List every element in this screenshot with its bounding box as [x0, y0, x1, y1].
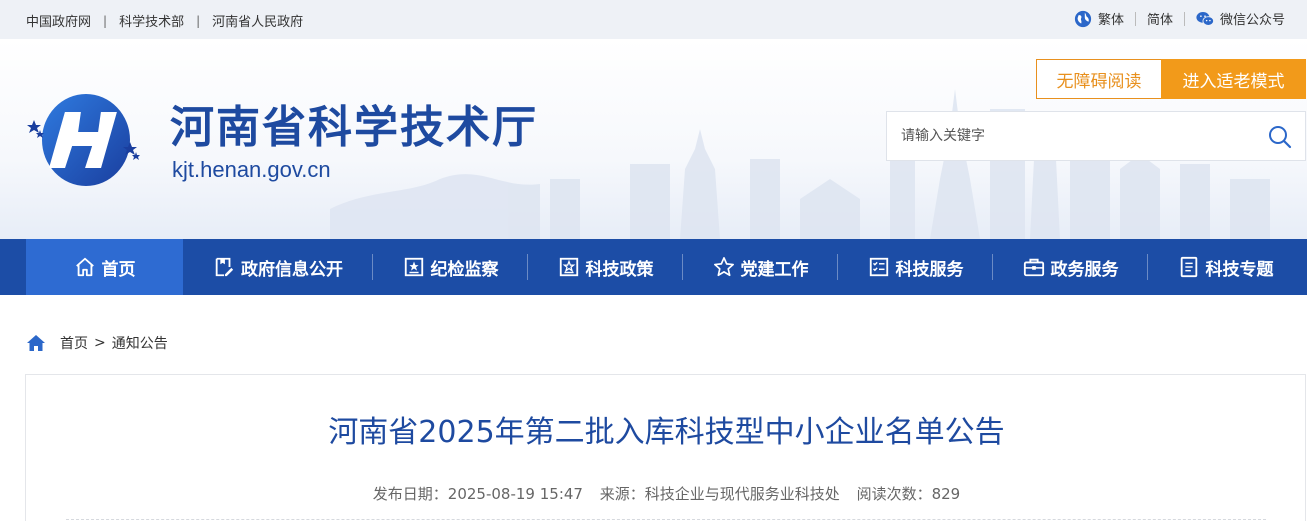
publish-date: 发布日期：2025-08-19 15:47 — [373, 485, 583, 503]
nav-item-discipline[interactable]: 纪检监察 — [373, 239, 528, 295]
nav-label: 首页 — [101, 259, 136, 280]
henan-logo — [27, 94, 140, 186]
document-icon — [215, 257, 234, 277]
badge-icon — [404, 257, 423, 277]
home-icon — [75, 257, 94, 277]
top-right-tools: 繁体 简体 微信公众号 — [1074, 9, 1285, 28]
nav-label: 党建工作 — [740, 259, 809, 280]
source: 来源：科技企业与现代服务业科技处 — [600, 485, 840, 503]
nav-item-policy[interactable]: 科技政策 — [528, 239, 683, 295]
elder-mode-button[interactable]: 进入适老模式 — [1161, 59, 1306, 99]
wechat-button[interactable]: 微信公众号 — [1196, 9, 1285, 28]
nav-label: 科技服务 — [895, 259, 964, 280]
globe-icon — [1074, 10, 1092, 27]
nav-item-gov-info[interactable]: 政府信息公开 — [183, 239, 373, 295]
main-nav: 首页 政府信息公开 纪检监察 科技政策 党建工作 科技服务 政务服务 科技专题 — [0, 239, 1307, 295]
nav-item-gov-services[interactable]: 政务服务 — [993, 239, 1148, 295]
publish-date-label: 发布日期： — [372, 485, 448, 503]
source-label: 来源： — [599, 485, 645, 503]
nav-label: 政府信息公开 — [241, 259, 343, 280]
site-title: 河南省科学技术厅 — [170, 102, 538, 153]
breadcrumb-home[interactable]: 首页 — [60, 333, 88, 353]
article-panel: 河南省2025年第二批入库科技型中小企业名单公告 发布日期：2025-08-19… — [25, 374, 1306, 521]
link-gov-cn[interactable]: 中国政府网 — [26, 11, 91, 30]
view-count-value: 829 — [931, 485, 961, 503]
nav-label: 政务服务 — [1050, 259, 1119, 280]
nav-item-services[interactable]: 科技服务 — [838, 239, 993, 295]
breadcrumb-current[interactable]: 通知公告 — [112, 333, 168, 353]
lang-traditional-button[interactable]: 繁体 — [1074, 9, 1124, 28]
nav-label: 纪检监察 — [430, 259, 499, 280]
link-most[interactable]: 科学技术部 — [119, 11, 184, 30]
breadcrumb-separator: > — [94, 335, 106, 351]
top-links: 中国政府网 | 科学技术部 | 河南省人民政府 — [26, 11, 303, 31]
top-bar: 中国政府网 | 科学技术部 | 河南省人民政府 繁体 简体 微信公众号 — [0, 0, 1307, 39]
lang-simplified-button[interactable]: 简体 — [1147, 9, 1173, 28]
lang-traditional-label: 繁体 — [1097, 13, 1124, 28]
link-henan-gov[interactable]: 河南省人民政府 — [212, 11, 303, 30]
publish-date-value: 2025-08-19 15:47 — [447, 485, 583, 503]
divider — [1134, 11, 1136, 26]
view-count: 阅读次数：829 — [857, 485, 961, 503]
site-domain: kjt.henan.gov.cn — [172, 157, 331, 182]
search-input[interactable] — [887, 112, 1257, 160]
article-title: 河南省2025年第二批入库科技型中小企业名单公告 — [328, 415, 1005, 450]
wechat-label: 微信公众号 — [1219, 13, 1285, 28]
search-icon[interactable] — [1267, 124, 1293, 150]
divider — [1183, 11, 1185, 26]
nav-label: 科技专题 — [1205, 259, 1274, 280]
divider: | — [103, 13, 108, 28]
wechat-icon — [1196, 11, 1214, 26]
briefcase-icon — [1023, 258, 1044, 277]
star-icon — [713, 257, 734, 277]
checklist-icon — [869, 257, 888, 277]
site-header: 河南省科学技术厅 kjt.henan.gov.cn 无障碍阅读 进入适老模式 — [0, 39, 1307, 239]
view-count-label: 阅读次数： — [856, 485, 932, 503]
divider: | — [196, 13, 201, 28]
nav-label: 科技政策 — [585, 259, 654, 280]
policy-icon — [559, 257, 578, 277]
search-box — [886, 111, 1306, 161]
list-doc-icon — [1180, 256, 1197, 278]
nav-item-home[interactable]: 首页 — [26, 239, 183, 295]
nav-item-party[interactable]: 党建工作 — [683, 239, 838, 295]
home-icon[interactable] — [26, 334, 46, 352]
nav-item-topics[interactable]: 科技专题 — [1148, 239, 1303, 295]
accessibility-reading-button[interactable]: 无障碍阅读 — [1036, 59, 1162, 99]
breadcrumb: 首页 > 通知公告 — [26, 333, 168, 353]
divider — [66, 519, 1266, 520]
source-value: 科技企业与现代服务业科技处 — [644, 485, 840, 503]
article-meta: 发布日期：2025-08-19 15:47 来源：科技企业与现代服务业科技处 阅… — [26, 483, 1307, 504]
